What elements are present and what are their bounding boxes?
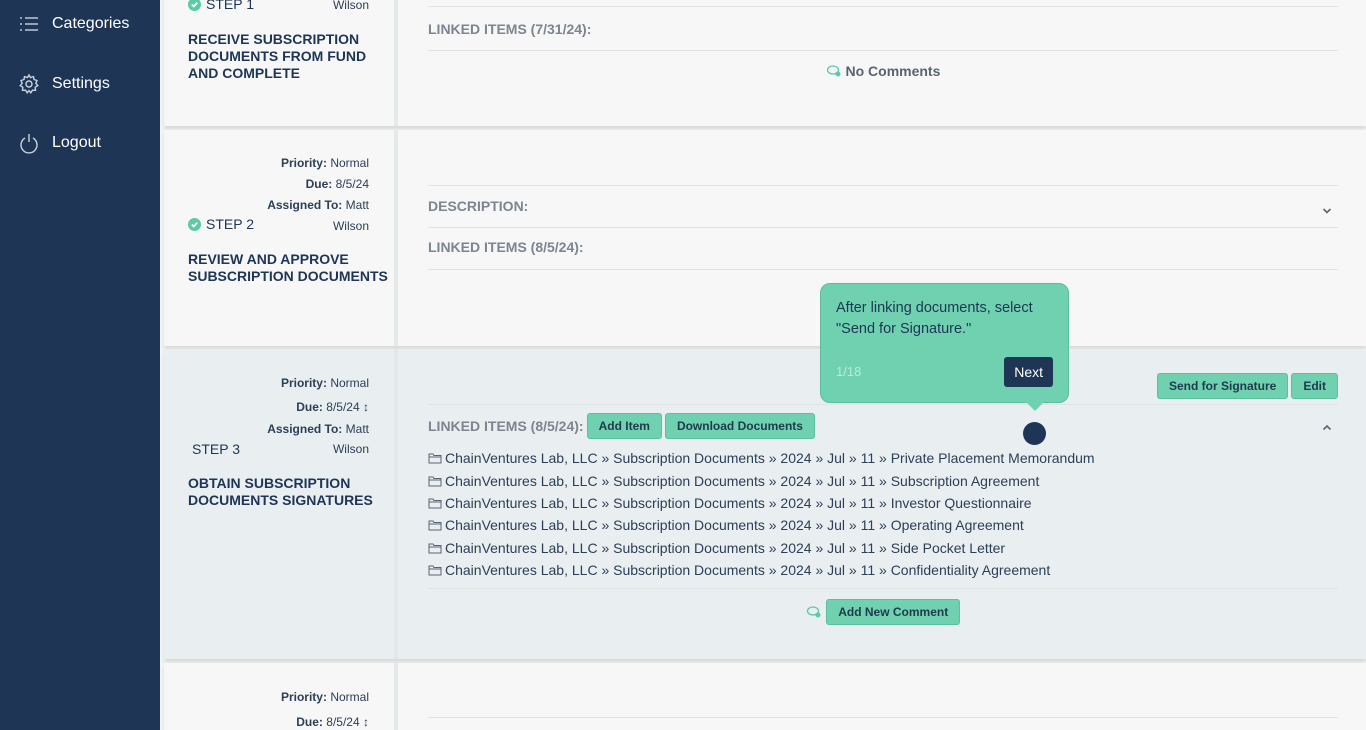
step-3-title: OBTAIN SUBSCRIPTION DOCUMENTS SIGNATURES [188,475,373,508]
step-1-assigned: Wilson [333,0,369,16]
step-4-due[interactable]: Due: 8/5/24 ↕ [281,710,369,730]
step-3-meta: Priority: Normal Due: 8/5/24 ↕ Assigned … [267,372,369,459]
step-1-meta-panel: Wilson STEP 1 RECEIVE SUBSCRIPTION DOCUM… [164,0,398,126]
step-3-actions: Send for Signature Edit [1156,373,1338,399]
step-4-priority: Priority: Normal [280,690,369,704]
folder-icon [428,498,442,509]
step-2-meta-panel: Priority: Normal Due: 8/5/24 Assigned To… [164,130,398,346]
step-2-label: STEP 2 [188,216,254,232]
nav-logout[interactable]: Logout [18,132,101,154]
add-item-button[interactable]: Add Item [586,413,662,439]
step-1-comments: No Comments [428,63,1338,79]
step-3-linked-items-header: LINKED ITEMS (8/5/24): Add Item Download… [428,413,815,439]
step-1-linked-items-row: LINKED ITEMS (7/31/24): [428,7,1338,51]
folder-icon [428,520,442,531]
step-4-meta: Priority: Normal Due: 8/5/24 ↕ [281,685,369,730]
step-3-comments: Add New Comment [428,599,1338,625]
step-3-priority: Priority: Normal [280,376,369,390]
add-new-comment-button[interactable]: Add New Comment [826,599,961,625]
step-2-assigned-last: Wilson [332,219,369,233]
step-1-top-divider [428,0,1338,7]
step-card-4: Priority: Normal Due: 8/5/24 ↕ [164,663,1366,730]
tour-next-button[interactable]: Next [1004,357,1053,387]
sort-arrows-icon[interactable]: ↕ [363,400,369,414]
step-2-title: REVIEW AND APPROVE SUBSCRIPTION DOCUMENT… [188,251,388,284]
document-link[interactable]: ChainVentures Lab, LLC » Subscription Do… [428,514,1095,536]
tour-step-counter: 1/18 [836,364,862,379]
send-for-signature-button[interactable]: Send for Signature [1156,373,1289,399]
list-icon [20,17,38,31]
folder-icon [428,453,442,464]
gear-icon [19,73,39,95]
document-link[interactable]: ChainVentures Lab, LLC » Subscription Do… [428,537,1095,559]
check-icon [188,217,201,231]
step-2-linked-items-row: LINKED ITEMS (8/5/24): [428,228,1338,270]
linked-documents-list: ChainVentures Lab, LLC » Subscription Do… [428,447,1095,581]
step-4-content [428,663,1338,730]
nav-logout-label: Logout [52,134,101,151]
step-3-linked-items-section: LINKED ITEMS (8/5/24): Add Item Download… [428,404,1338,589]
edit-button[interactable]: Edit [1291,373,1338,399]
document-link[interactable]: ChainVentures Lab, LLC » Subscription Do… [428,559,1095,581]
nav-settings-label: Settings [52,75,110,92]
step-2-due: Due: 8/5/24 [305,177,369,191]
step-card-1: Wilson STEP 1 RECEIVE SUBSCRIPTION DOCUM… [164,0,1366,126]
step-3-label-text: STEP 3 [192,441,240,457]
nav-categories-label: Categories [52,15,130,32]
chevron-up-icon[interactable] [1322,420,1332,431]
comment-icon [826,63,842,79]
step-1-linked-items-label: LINKED ITEMS (7/31/24): [428,21,592,37]
tour-tooltip-text: After linking documents, select "Send fo… [836,300,1033,337]
step-1-assigned-last: Wilson [332,0,369,12]
step-2-priority: Priority: Normal [280,156,369,170]
download-documents-button[interactable]: Download Documents [664,413,815,439]
nav-categories[interactable]: Categories [18,13,129,35]
document-link[interactable]: ChainVentures Lab, LLC » Subscription Do… [428,447,1095,469]
power-icon [20,134,38,154]
step-1-no-comments: No Comments [845,63,941,79]
comment-icon [806,603,822,620]
tour-beacon[interactable] [1023,422,1046,445]
step-card-3: Priority: Normal Due: 8/5/24 ↕ Assigned … [164,349,1366,659]
step-1-label: STEP 1 [188,0,254,12]
sidebar: Categories Settings Logout [0,0,160,730]
tooltip-arrow [1026,402,1044,411]
step-2-description-row[interactable]: DESCRIPTION: [428,185,1338,228]
chevron-down-icon[interactable] [1322,203,1332,214]
step-2-meta: Priority: Normal Due: 8/5/24 Assigned To… [267,153,369,237]
step-2-linked-items-label: LINKED ITEMS (8/5/24): [428,239,584,255]
step-3-due[interactable]: Due: 8/5/24 ↕ [267,396,369,420]
check-icon [188,0,201,11]
folder-icon [428,543,442,554]
step-1-content: LINKED ITEMS (7/31/24): No Comments [428,0,1338,126]
sort-arrows-icon[interactable]: ↕ [363,715,369,729]
step-4-meta-panel: Priority: Normal Due: 8/5/24 ↕ [164,663,398,730]
step-3-meta-panel: Priority: Normal Due: 8/5/24 ↕ Assigned … [164,349,398,659]
step-3-label: STEP 3 [192,441,240,457]
document-link[interactable]: ChainVentures Lab, LLC » Subscription Do… [428,492,1095,514]
step-1-title: RECEIVE SUBSCRIPTION DOCUMENTS FROM FUND… [188,31,367,81]
nav-settings[interactable]: Settings [18,73,110,95]
folder-icon [428,476,442,487]
step-3-assigned: Assigned To: Matt [267,422,369,436]
step-2-assigned: Assigned To: Matt [267,198,369,212]
step-2-label-text: STEP 2 [206,216,254,232]
step-card-2: Priority: Normal Due: 8/5/24 Assigned To… [164,130,1366,346]
step-4-top-divider [428,663,1338,718]
step-3-assigned-last: Wilson [332,442,369,456]
folder-icon [428,565,442,576]
step-1-label-text: STEP 1 [206,0,254,12]
step-3-linked-items-label: LINKED ITEMS (8/5/24): [428,418,584,434]
step-2-description-label: DESCRIPTION: [428,198,529,214]
document-link[interactable]: ChainVentures Lab, LLC » Subscription Do… [428,469,1095,491]
tour-tooltip: After linking documents, select "Send fo… [820,283,1069,411]
